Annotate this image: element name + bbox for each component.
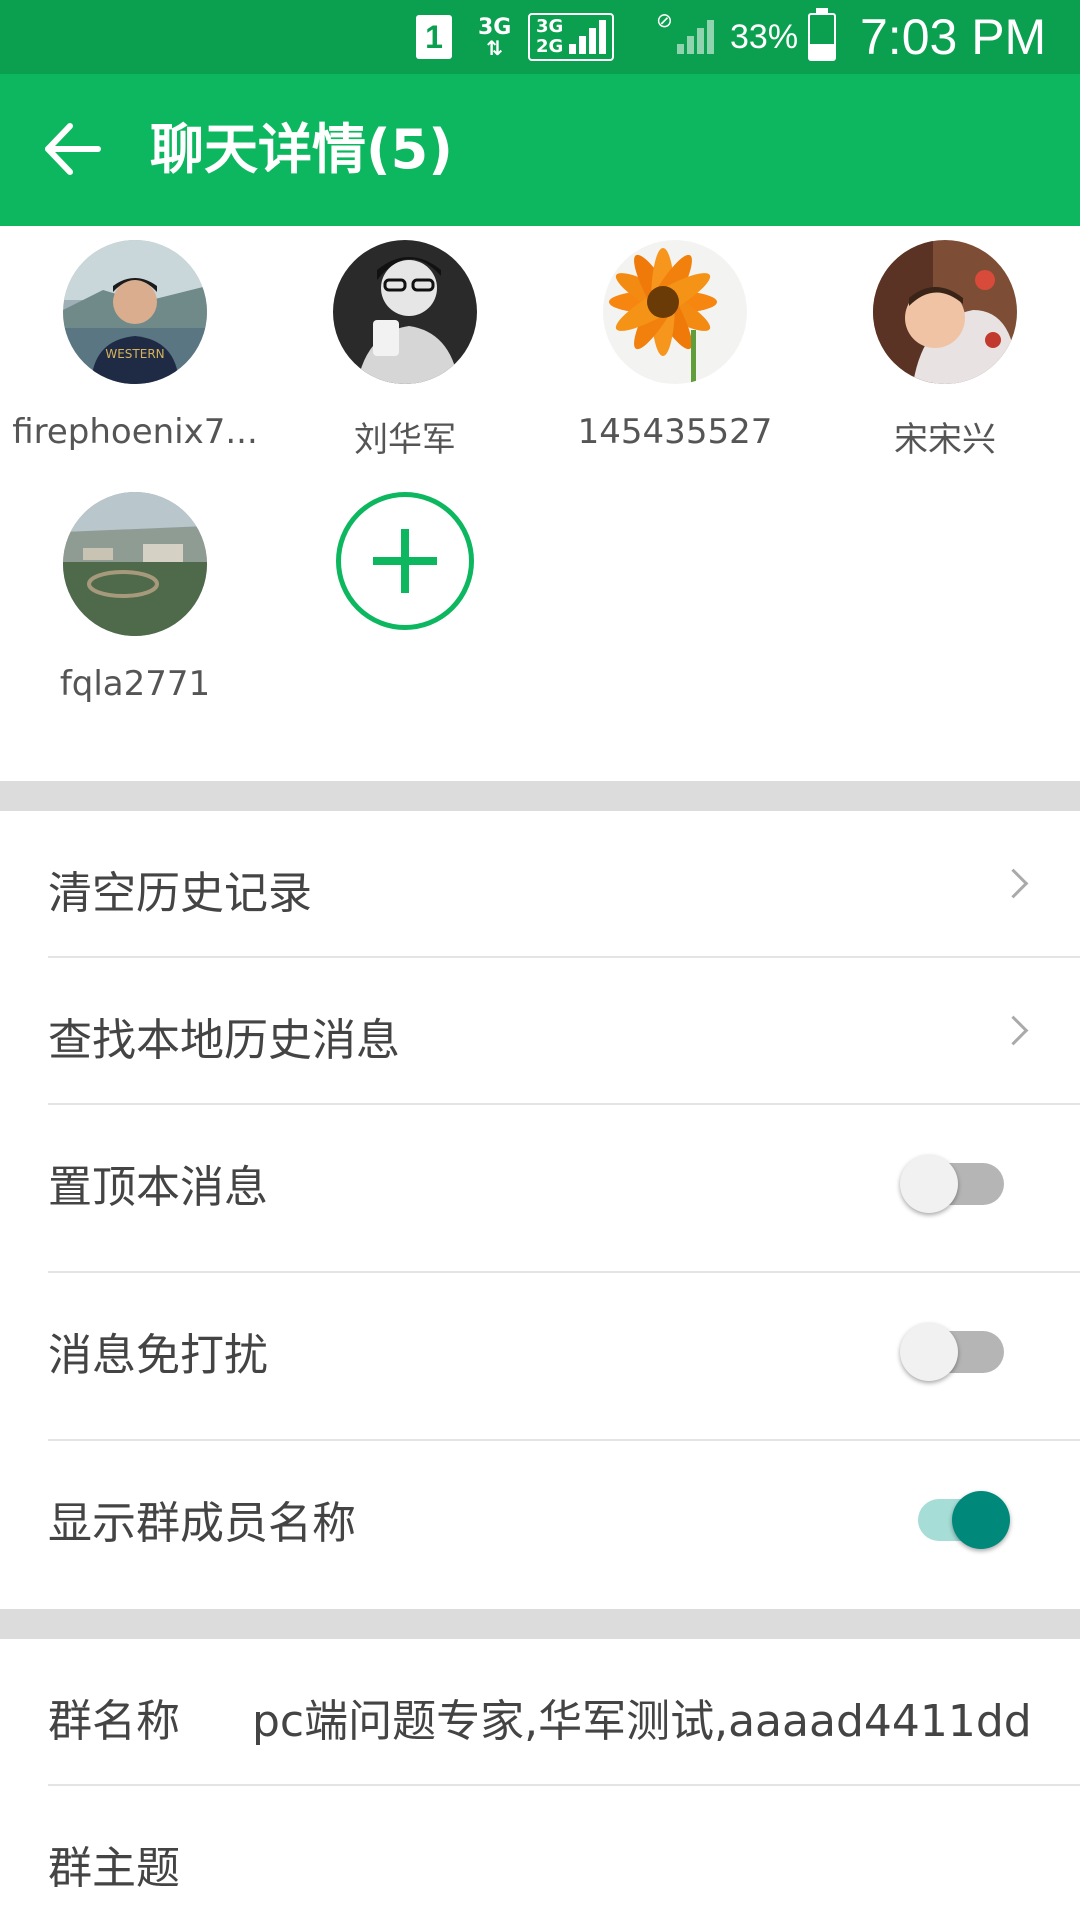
member-name: firephoenix7... bbox=[12, 412, 258, 452]
network-box-bottom: 2G bbox=[536, 36, 564, 57]
group-name-row[interactable]: 群名称 pc端问题专家,华军测试,aaaad4411dd bbox=[0, 1639, 1080, 1786]
member-item[interactable]: WESTERN firephoenix7... bbox=[0, 226, 270, 452]
row-label: 查找本地历史消息 bbox=[48, 1015, 400, 1066]
add-member-button[interactable] bbox=[270, 478, 540, 630]
plus-circle-icon bbox=[336, 492, 474, 630]
do-not-disturb-toggle[interactable] bbox=[900, 1321, 1010, 1383]
page-title: 聊天详情(5) bbox=[150, 118, 453, 181]
signal-strength-icon: ⊘ bbox=[656, 0, 714, 74]
arrow-left-icon[interactable] bbox=[40, 116, 106, 182]
group-name-value: pc端问题专家,华军测试,aaaad4411dd bbox=[252, 1696, 1032, 1747]
sim-slot-number: 1 bbox=[416, 15, 452, 59]
row-label: 消息免打扰 bbox=[48, 1330, 268, 1381]
member-name: 145435527 bbox=[577, 412, 773, 452]
member-item[interactable]: 宋宋兴 bbox=[810, 226, 1080, 461]
clock: 7:03 PM bbox=[860, 9, 1047, 65]
do-not-disturb-row: 消息免打扰 bbox=[0, 1273, 1080, 1441]
avatar bbox=[873, 240, 1017, 384]
group-topic-label: 群主题 bbox=[48, 1843, 180, 1894]
group-name-label: 群名称 bbox=[48, 1696, 180, 1747]
row-label: 置顶本消息 bbox=[48, 1162, 268, 1213]
member-name: fqla2771 bbox=[59, 664, 211, 704]
pin-chat-toggle[interactable] bbox=[900, 1153, 1010, 1215]
section-divider bbox=[0, 1609, 1080, 1639]
chevron-right-icon bbox=[998, 1015, 1029, 1046]
avatar: WESTERN bbox=[63, 240, 207, 384]
show-member-names-row: 显示群成员名称 bbox=[0, 1441, 1080, 1609]
member-item[interactable]: 145435527 bbox=[540, 226, 810, 452]
battery-percent: 33% bbox=[730, 17, 799, 56]
data-transfer-icon: 3G ⇅ bbox=[478, 15, 512, 60]
sim-card-icon: 1 bbox=[416, 0, 452, 74]
chevron-right-icon bbox=[998, 868, 1029, 899]
pin-chat-row: 置顶本消息 bbox=[0, 1105, 1080, 1273]
svg-text:WESTERN: WESTERN bbox=[105, 347, 164, 361]
avatar bbox=[603, 240, 747, 384]
avatar bbox=[63, 492, 207, 636]
member-item[interactable]: fqla2771 bbox=[0, 478, 270, 704]
search-local-history-row[interactable]: 查找本地历史消息 bbox=[0, 958, 1080, 1105]
app-bar: 聊天详情(5) bbox=[0, 74, 1080, 226]
member-name: 宋宋兴 bbox=[894, 420, 996, 460]
battery-icon bbox=[808, 0, 836, 74]
member-item[interactable]: 刘华军 bbox=[270, 226, 540, 461]
show-member-names-toggle[interactable] bbox=[918, 1489, 1028, 1551]
row-label: 显示群成员名称 bbox=[48, 1498, 356, 1549]
group-topic-row[interactable]: 群主题 bbox=[0, 1786, 1080, 1920]
member-grid: WESTERN firephoenix7... 刘华军 145435527 宋宋… bbox=[0, 226, 1080, 781]
member-name: 刘华军 bbox=[354, 420, 456, 460]
dual-network-icon: 3G 2G bbox=[528, 0, 615, 74]
clear-history-row[interactable]: 清空历史记录 bbox=[0, 811, 1080, 958]
network-box-top: 3G bbox=[536, 16, 564, 37]
avatar bbox=[333, 240, 477, 384]
row-label: 清空历史记录 bbox=[48, 868, 312, 919]
status-bar: 1 3G ⇅ 3G 2G ⊘ 33% 7:03 PM bbox=[0, 0, 1080, 74]
section-divider bbox=[0, 781, 1080, 811]
